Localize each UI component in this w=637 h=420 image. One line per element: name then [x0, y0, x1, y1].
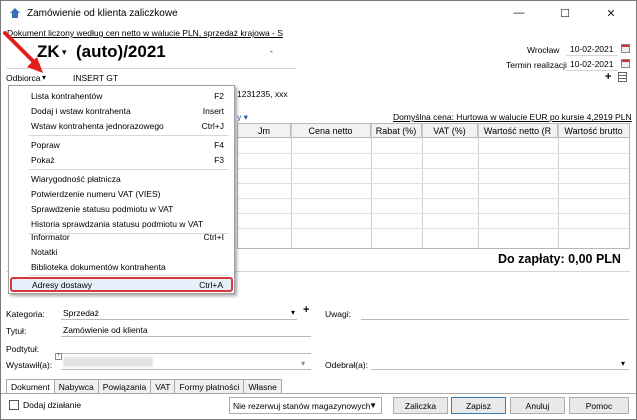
menu-item-edit[interactable]: Popraw F4 — [9, 137, 234, 152]
title-value[interactable]: Zamówienie od klienta — [63, 325, 148, 335]
menu-item-one-time-contractor[interactable]: Wstaw kontrahenta jednorazowego Ctrl+J — [9, 118, 234, 133]
annotation-arrow-icon — [3, 31, 43, 73]
received-by-label: Odebrał(a): — [325, 360, 368, 370]
document-number[interactable]: (auto)/2021 — [76, 42, 166, 62]
help-button[interactable]: Pomoc — [569, 397, 629, 414]
list-icon[interactable] — [618, 72, 627, 82]
category-dropdown-icon[interactable]: ▾ — [291, 308, 295, 317]
tab-payment-forms[interactable]: Formy płatności — [174, 379, 245, 393]
subtitle-label: Podtytuł: — [6, 344, 40, 354]
advance-button[interactable]: Zaliczka — [393, 397, 448, 414]
category-value[interactable]: Sprzedaż — [63, 308, 99, 318]
tab-relations[interactable]: Powiązania — [97, 379, 152, 393]
add-action-label[interactable]: Dodaj działanie — [23, 400, 81, 410]
chevron-down-icon: ▼ — [369, 401, 377, 410]
save-button[interactable]: Zapisz — [451, 397, 506, 414]
price-dropdown-icon[interactable]: y ▾ — [237, 112, 248, 123]
menu-item-contractor-list[interactable]: Lista kontrahentów F2 — [9, 88, 234, 103]
calendar-icon[interactable] — [621, 59, 630, 68]
column-header-vat[interactable]: VAT (%) — [422, 124, 478, 138]
column-header-gross-value[interactable]: Wartość brutto — [558, 124, 629, 138]
title-bar: Zamówienie od klienta zaliczkowe — ☐ ✕ — [1, 1, 636, 25]
notes-field[interactable] — [361, 319, 629, 320]
menu-item-informator[interactable]: Informator Ctrl+I — [9, 229, 234, 244]
document-type-dropdown-icon[interactable]: ▾ — [62, 47, 67, 58]
issued-by-value[interactable] — [63, 357, 153, 367]
category-label: Kategoria: — [6, 309, 45, 319]
issued-by-dropdown-icon[interactable]: ▾ — [301, 359, 305, 368]
minimize-button[interactable]: — — [496, 1, 542, 25]
reservation-select-value: Nie rezerwuj stanów magazynowych — [233, 400, 371, 411]
info-icon[interactable]: ! — [55, 353, 62, 360]
add-icon[interactable]: + — [605, 71, 611, 83]
add-category-icon[interactable]: + — [303, 304, 309, 316]
menu-item-delivery-addresses[interactable]: Adresy dostawy Ctrl+A — [10, 277, 233, 292]
received-by-field[interactable] — [371, 369, 629, 370]
default-price-link[interactable]: Domyślna cena: Hurtowa w walucie EUR po … — [393, 112, 632, 122]
column-header-net-price[interactable]: Cena netto — [291, 124, 371, 138]
column-header-jm[interactable]: Jm — [238, 124, 291, 138]
amount-due: Do zapłaty: 0,00 PLN — [498, 252, 621, 266]
recipient-context-menu: Lista kontrahentów F2 Dodaj i wstaw kontr… — [8, 85, 235, 294]
add-action-checkbox[interactable] — [9, 400, 19, 410]
tab-custom[interactable]: Własne — [243, 379, 282, 393]
notes-label: Uwagi: — [325, 309, 351, 319]
menu-item-document-library[interactable]: Biblioteka dokumentów kontrahenta — [9, 259, 234, 274]
title-label: Tytuł: — [6, 326, 27, 336]
cancel-button[interactable]: Anuluj — [510, 397, 565, 414]
recipient-address: 1231235, xxx — [237, 89, 288, 99]
maximize-button[interactable]: ☐ — [542, 1, 588, 25]
issue-date-field[interactable]: 10-02-2021 — [566, 42, 618, 55]
reservation-select[interactable]: Nie rezerwuj stanów magazynowych ▼ — [229, 397, 382, 414]
tab-buyer[interactable]: Nabywca — [53, 379, 99, 393]
menu-item-show[interactable]: Pokaż F3 — [9, 152, 234, 167]
close-button[interactable]: ✕ — [588, 1, 634, 25]
menu-item-payment-credibility[interactable]: Wiarygodność płatnicza — [9, 171, 234, 186]
column-header-discount[interactable]: Rabat (%) — [371, 124, 422, 138]
items-grid[interactable]: Jm Cena netto Rabat (%) VAT (%) Wartość … — [237, 123, 630, 249]
recipient-name[interactable]: INSERT GT — [73, 73, 118, 83]
document-window: Zamówienie od klienta zaliczkowe — ☐ ✕ D… — [0, 0, 637, 420]
issued-by-label: Wystawił(a): — [6, 360, 53, 370]
menu-item-vat-status-check[interactable]: Sprawdzenie statusu podmiotu w VAT — [9, 201, 234, 216]
realization-date-field[interactable]: 10-02-2021 — [566, 57, 618, 70]
column-header-net-value[interactable]: Wartość netto (R — [478, 124, 558, 138]
received-by-dropdown-icon[interactable]: ▾ — [621, 359, 625, 368]
bottom-tabs: Dokument Nabywca Powiązania VAT Formy pł… — [6, 379, 282, 393]
menu-item-add-contractor[interactable]: Dodaj i wstaw kontrahenta Insert — [9, 103, 234, 118]
issue-place[interactable]: Wrocław — [527, 45, 559, 55]
realization-label: Termin realizacji — [506, 60, 567, 70]
number-suffix-dash: - — [270, 46, 273, 56]
calendar-icon[interactable] — [621, 44, 630, 53]
subtitle-field[interactable] — [61, 353, 311, 354]
menu-item-vies-confirmation[interactable]: Potwierdzenie numeru VAT (VIES) — [9, 186, 234, 201]
menu-item-notes[interactable]: Notatki — [9, 244, 234, 259]
tab-document[interactable]: Dokument — [6, 379, 55, 393]
app-icon — [9, 7, 21, 19]
tab-vat[interactable]: VAT — [150, 379, 176, 393]
window-title: Zamówienie od klienta zaliczkowe — [27, 7, 178, 19]
